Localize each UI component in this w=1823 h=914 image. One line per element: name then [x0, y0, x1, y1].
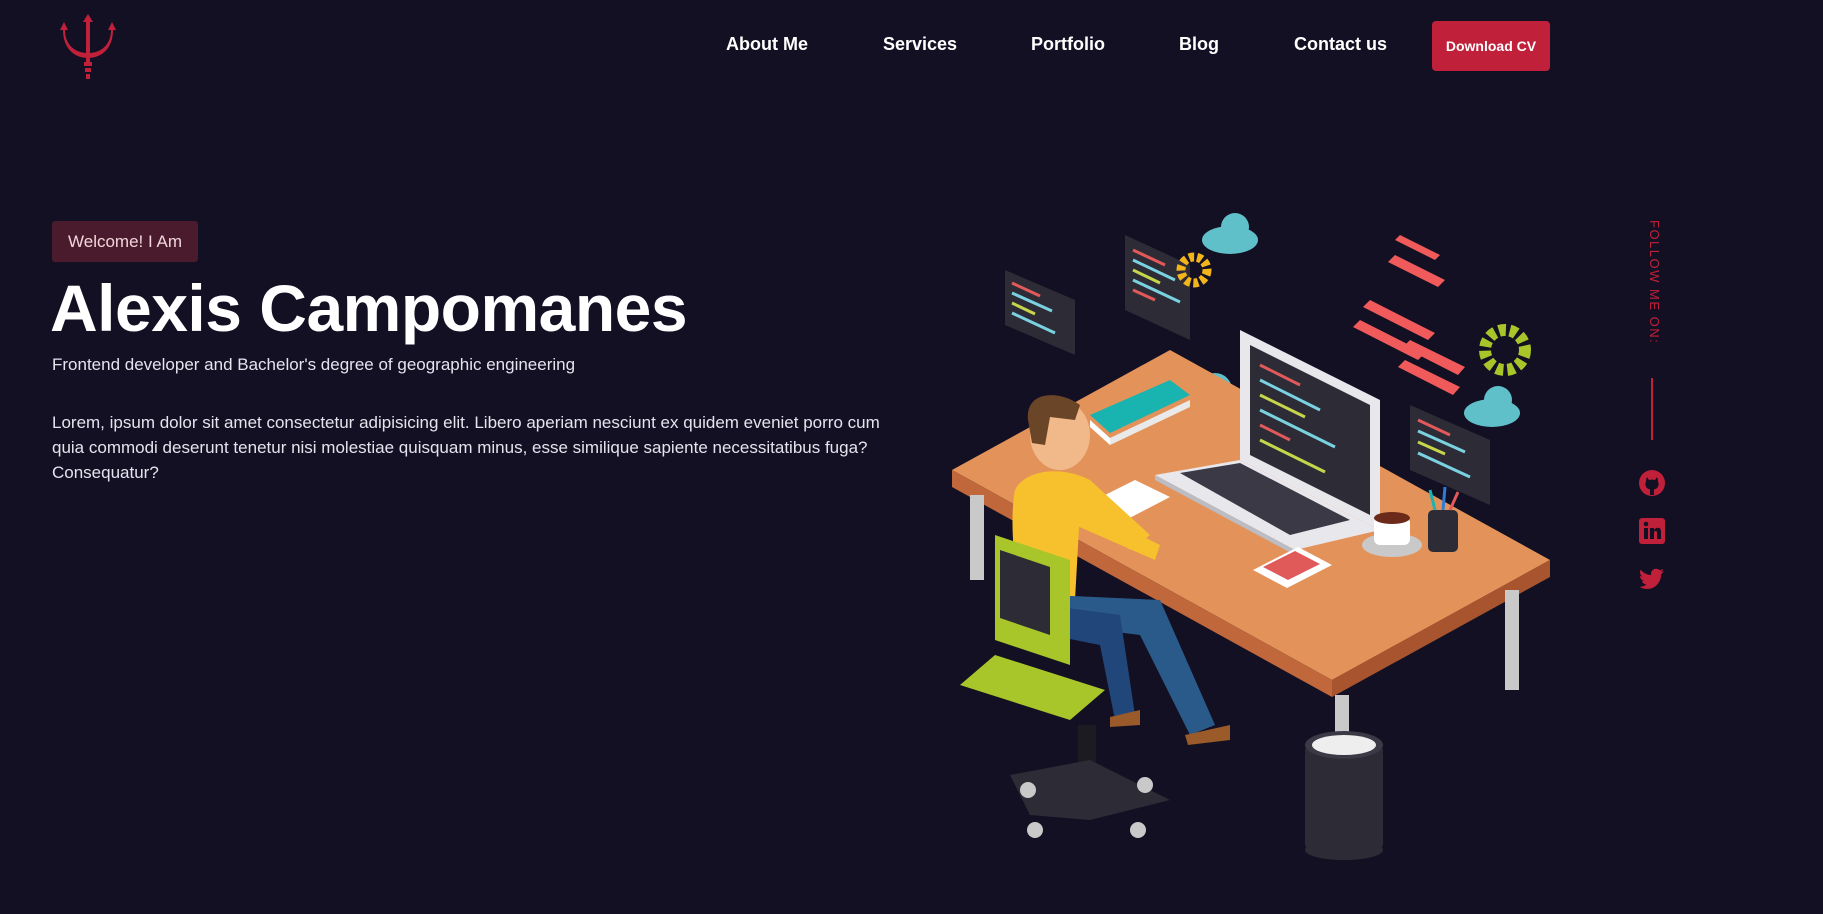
follow-label-container: FOLLOW ME ON:	[1640, 220, 1666, 350]
welcome-badge: Welcome! I Am	[52, 221, 198, 262]
nav-about-me[interactable]: About Me	[726, 34, 808, 55]
linkedin-icon[interactable]	[1638, 517, 1666, 545]
github-icon[interactable]	[1638, 469, 1666, 497]
hero-subtitle: Frontend developer and Bachelor's degree…	[52, 355, 576, 374]
nav-contact-us[interactable]: Contact us	[1294, 34, 1387, 55]
gear-icon	[1479, 324, 1531, 376]
arrows-graphic	[1353, 235, 1465, 395]
floating-code-screen	[1005, 270, 1075, 355]
page: About Me Services Portfolio Blog Contact…	[0, 0, 1823, 914]
download-cv-button[interactable]: Download CV	[1432, 21, 1550, 71]
floating-code-screen	[1125, 235, 1190, 340]
nav-blog[interactable]: Blog	[1179, 34, 1219, 55]
developer-at-desk-illustration	[952, 213, 1550, 860]
hero-description: Lorem, ipsum dolor sit amet consectetur …	[52, 413, 880, 482]
nav-portfolio[interactable]: Portfolio	[1031, 34, 1105, 55]
follow-divider	[1651, 378, 1653, 440]
main-nav: About Me Services Portfolio Blog Contact…	[0, 0, 1823, 92]
nav-services[interactable]: Services	[883, 34, 957, 55]
trash-bin	[1305, 731, 1383, 860]
hero-name: Alexis Campomanes	[50, 271, 688, 345]
follow-label: FOLLOW ME ON:	[1647, 220, 1662, 345]
twitter-icon[interactable]	[1638, 565, 1666, 593]
